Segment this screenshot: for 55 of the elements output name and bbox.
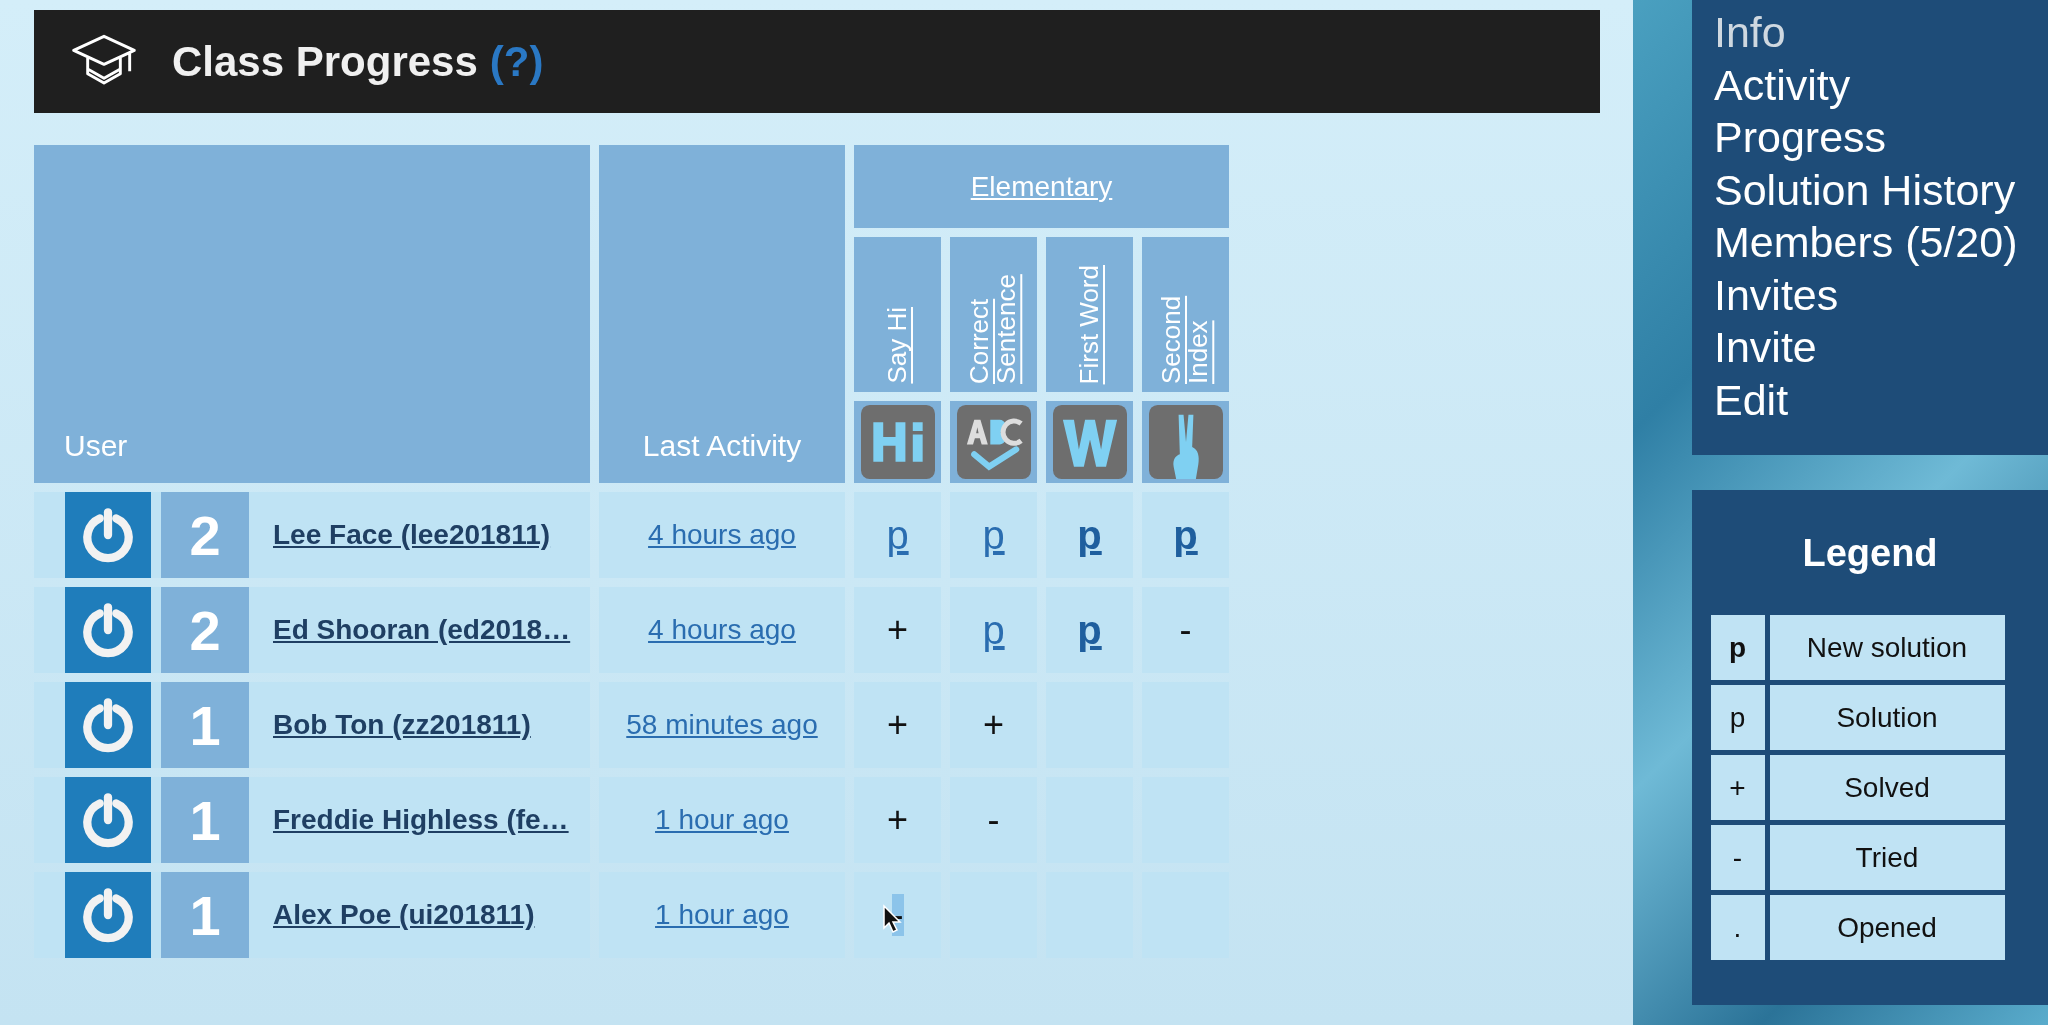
- user-link[interactable]: Bob Ton (zz201811): [273, 709, 531, 741]
- progress-mark: +: [887, 704, 908, 746]
- legend-label: Opened: [1769, 895, 2005, 960]
- sidebar-link[interactable]: Solution History: [1714, 163, 2048, 216]
- time-ago-link[interactable]: 4 hours ago: [648, 519, 796, 551]
- progress-mark: -: [987, 799, 1000, 841]
- progress-mark[interactable]: p: [982, 512, 1005, 558]
- help-link[interactable]: (?): [489, 37, 544, 86]
- time-ago-link[interactable]: 58 minutes ago: [626, 709, 818, 741]
- progress-mark[interactable]: p: [1173, 512, 1198, 558]
- letter-w-icon: [1052, 405, 1127, 479]
- sidebar-link[interactable]: Invite: [1714, 321, 2048, 374]
- level-badge: 2: [161, 492, 249, 578]
- progress-mark: +: [887, 799, 908, 841]
- sidebar-link[interactable]: Edit: [1714, 373, 2048, 426]
- time-ago-link[interactable]: 1 hour ago: [655, 804, 789, 836]
- sidebar-link[interactable]: Members (5/20): [1714, 216, 2048, 269]
- legend-label: Tried: [1769, 825, 2005, 890]
- sidebar-link[interactable]: Invites: [1714, 268, 2048, 321]
- user-link[interactable]: Lee Face (lee201811): [273, 519, 551, 551]
- legend-label: New solution: [1769, 615, 2005, 680]
- legend-title: Legend: [1802, 532, 1938, 575]
- level-badge: 1: [161, 777, 249, 863]
- sidebar-link[interactable]: Progress: [1714, 111, 2048, 164]
- progress-mark: -: [1179, 609, 1192, 651]
- legend-symbol: +: [1710, 755, 1765, 820]
- legend-symbol: .: [1710, 895, 1765, 960]
- progress-mark[interactable]: p: [982, 607, 1005, 653]
- mouse-pointer-icon: [882, 904, 902, 934]
- legend-label: Solved: [1769, 755, 2005, 820]
- progress-mark[interactable]: p: [886, 512, 909, 558]
- user-link[interactable]: Alex Poe (ui201811): [273, 899, 535, 931]
- hi-icon: [860, 405, 935, 479]
- legend-label: Solution: [1769, 685, 2005, 750]
- legend-symbol: p: [1710, 685, 1765, 750]
- progress-mark[interactable]: p: [1077, 512, 1102, 558]
- sidebar-link[interactable]: Activity: [1714, 58, 2048, 111]
- spellcheck-icon: [956, 405, 1031, 479]
- column-label: Last Activity: [642, 429, 802, 463]
- time-ago-link[interactable]: 4 hours ago: [648, 614, 796, 646]
- legend-symbol: p: [1710, 615, 1765, 680]
- user-link[interactable]: Ed Shooran (ed2018…: [273, 614, 571, 646]
- level-badge: 1: [161, 682, 249, 768]
- peace-hand-icon: [1148, 405, 1223, 479]
- legend-symbol: -: [1710, 825, 1765, 890]
- page-title: Class Progress: [172, 37, 478, 86]
- progress-mark: +: [983, 704, 1004, 746]
- column-label: User: [64, 429, 128, 463]
- level-badge: 1: [161, 872, 249, 958]
- user-link[interactable]: Freddie Highless (fe…: [273, 804, 569, 836]
- time-ago-link[interactable]: 1 hour ago: [655, 899, 789, 931]
- progress-mark[interactable]: p: [1077, 607, 1102, 653]
- level-badge: 2: [161, 587, 249, 673]
- progress-mark: +: [887, 609, 908, 651]
- sidebar-link[interactable]: Info: [1714, 6, 2048, 59]
